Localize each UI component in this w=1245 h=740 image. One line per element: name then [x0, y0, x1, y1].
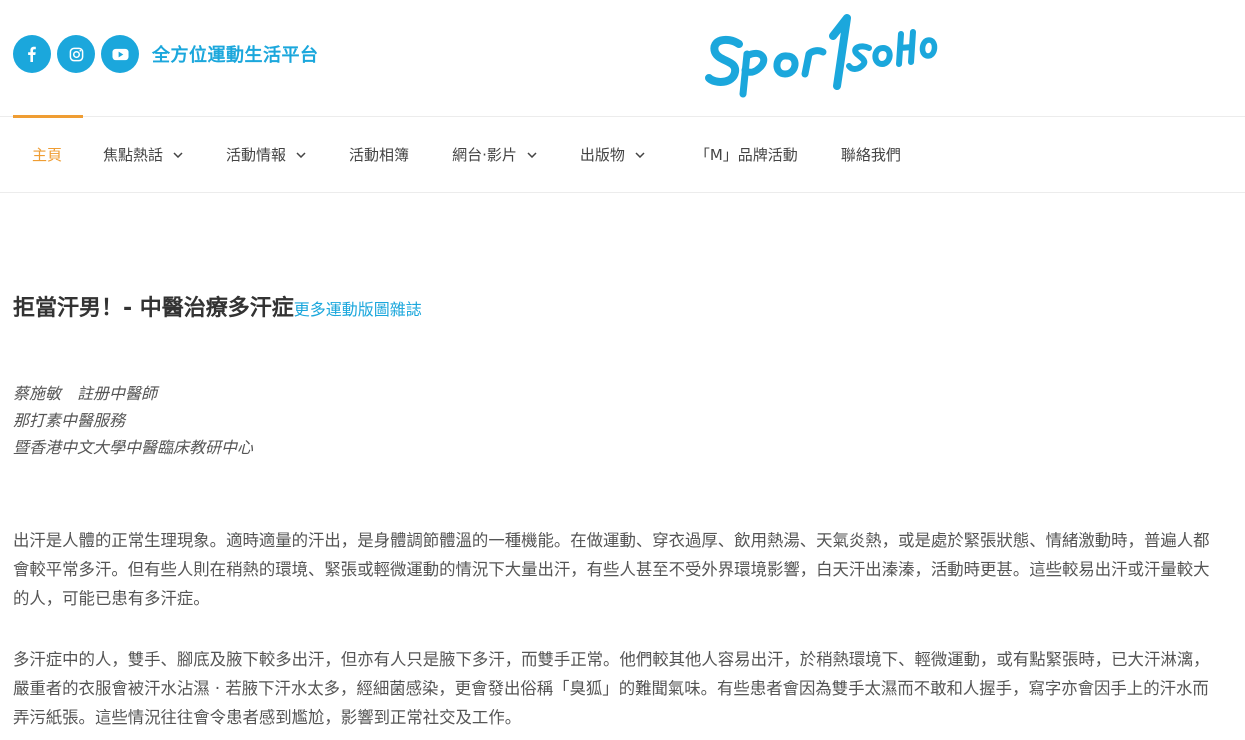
- instagram-icon: [69, 47, 83, 61]
- nav-menu: 主頁 焦點熱話 活動情報 活動相簿 網台‧影片 出版物 「M」品牌活動 聯絡我們: [32, 117, 901, 192]
- nav-item-label: 活動相簿: [349, 146, 410, 164]
- article-paragraph: 出汗是人體的正常生理現象。適時適量的汗出，是身體調節體溫的一種機能。在做運動、穿…: [13, 531, 1210, 608]
- nav-item-label: 「M」品牌活動: [694, 146, 798, 164]
- nav-item-videos[interactable]: 網台‧影片: [452, 144, 537, 165]
- chevron-down-icon: [296, 151, 306, 158]
- nav-item-contact[interactable]: 聯絡我們: [841, 144, 901, 165]
- chevron-down-icon: [527, 151, 537, 158]
- article-header: 拒當汗男！- 中醫治療多汗症 更多運動版圖雜誌: [13, 290, 1218, 322]
- article-paragraph: 多汗症中的人，雙手、腳底及腋下較多出汗，但亦有人只是腋下多汗，而雙手正常。他們較…: [13, 650, 1210, 727]
- nav-item-label: 活動情報: [226, 146, 287, 164]
- nav-item-m-brand[interactable]: 「M」品牌活動: [695, 144, 798, 165]
- chevron-down-icon: [173, 151, 183, 158]
- title-row: 拒當汗男！- 中醫治療多汗症 更多運動版圖雜誌: [13, 290, 1218, 322]
- article-title: 拒當汗男！- 中醫治療多汗症: [13, 296, 294, 321]
- author-line: 蔡施敏 註册中醫師: [13, 384, 158, 403]
- sportsoho-logo[interactable]: [705, 4, 940, 99]
- nav-item-label: 焦點熱話: [103, 146, 164, 164]
- author-line: 那打素中醫服務: [13, 411, 126, 430]
- nav-item-label: 主頁: [32, 146, 63, 164]
- youtube-button[interactable]: [101, 35, 139, 73]
- facebook-button[interactable]: [13, 35, 51, 73]
- facebook-icon: [28, 46, 36, 62]
- author-info: 蔡施敏 註册中醫師 那打素中醫服務 暨香港中文大學中醫臨床教研中心: [13, 380, 253, 461]
- more-magazine-link[interactable]: 更多運動版圖雜誌: [294, 296, 422, 320]
- nav-item-albums[interactable]: 活動相簿: [349, 144, 409, 165]
- nav-item-label: 聯絡我們: [840, 146, 901, 164]
- nav-item-publications[interactable]: 出版物: [580, 144, 645, 165]
- social-bar: 全方位運動生活平台: [13, 35, 319, 73]
- nav-item-focus[interactable]: 焦點熱話: [103, 144, 183, 165]
- nav-item-label: 出版物: [579, 146, 625, 164]
- nav-item-label: 網台‧影片: [452, 146, 517, 164]
- nav-item-home[interactable]: 主頁: [32, 144, 62, 165]
- site-tagline: 全方位運動生活平台: [152, 45, 319, 66]
- instagram-button[interactable]: [57, 35, 95, 73]
- site-header: 全方位運動生活平台: [0, 0, 1245, 116]
- main-navigation: 主頁 焦點熱話 活動情報 活動相簿 網台‧影片 出版物 「M」品牌活動 聯絡我們: [0, 115, 1245, 193]
- youtube-icon: [111, 48, 129, 60]
- chevron-down-icon: [635, 151, 645, 158]
- author-line: 暨香港中文大學中醫臨床教研中心: [13, 438, 254, 457]
- nav-item-events[interactable]: 活動情報: [226, 144, 306, 165]
